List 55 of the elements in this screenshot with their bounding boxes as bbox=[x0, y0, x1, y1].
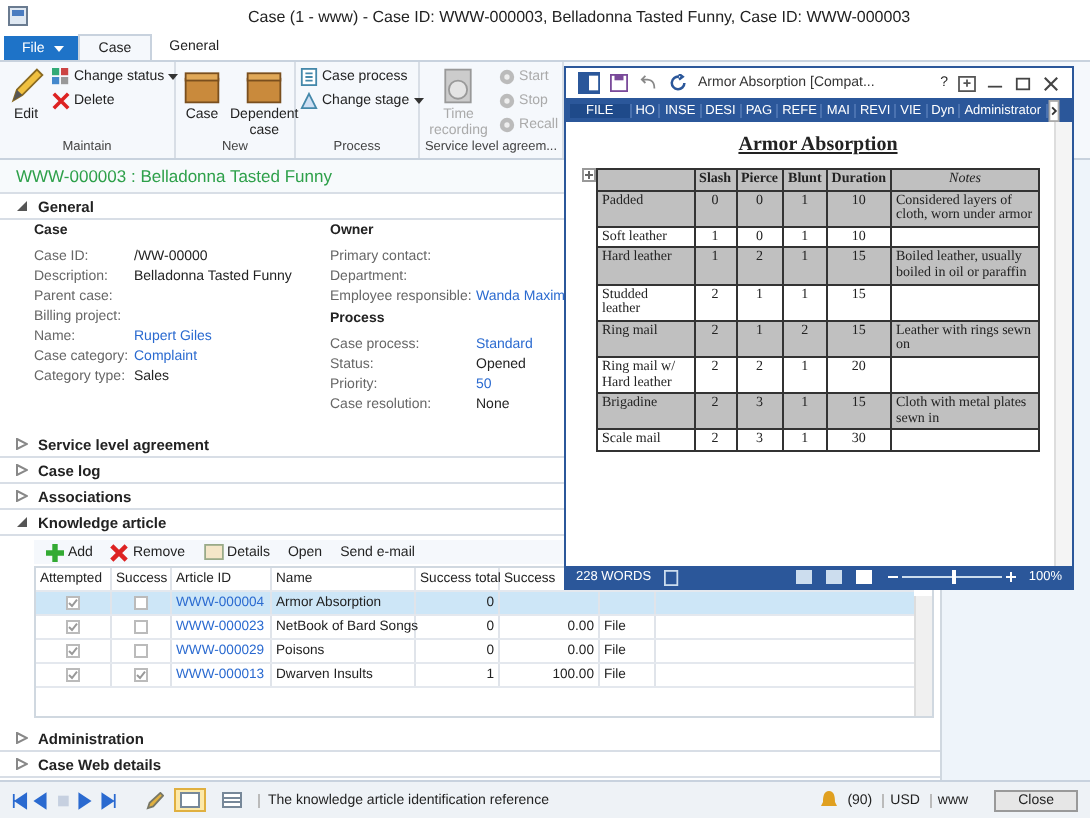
app-icon bbox=[8, 6, 28, 26]
scrollbar[interactable] bbox=[914, 596, 932, 716]
grid-icon bbox=[52, 67, 70, 85]
maximize-icon[interactable] bbox=[1014, 75, 1032, 91]
caret-icon bbox=[413, 97, 424, 103]
document-heading: Armor Absorption bbox=[738, 134, 898, 156]
delete-icon bbox=[110, 543, 129, 561]
bell-icon[interactable] bbox=[819, 790, 838, 810]
close-icon[interactable] bbox=[1042, 75, 1060, 91]
plus-icon bbox=[46, 543, 64, 561]
expander-icon[interactable] bbox=[16, 438, 28, 450]
box-icon bbox=[244, 66, 285, 106]
zoom-slider[interactable] bbox=[888, 572, 1017, 582]
checkbox[interactable] bbox=[66, 620, 80, 634]
pencil-icon bbox=[6, 66, 46, 106]
proofing-icon[interactable] bbox=[663, 569, 680, 585]
save-icon[interactable] bbox=[610, 74, 628, 92]
checkbox[interactable] bbox=[134, 596, 148, 610]
list-icon bbox=[300, 67, 318, 85]
caret-icon bbox=[54, 45, 65, 51]
expander-icon[interactable] bbox=[16, 758, 28, 770]
table-move-handle-icon[interactable] bbox=[582, 168, 596, 182]
record-title: WWW-000003 : Belladonna Tasted Funny bbox=[16, 166, 332, 186]
scroll-right-icon[interactable] bbox=[1047, 99, 1059, 121]
ribbon-display-icon[interactable] bbox=[958, 75, 976, 91]
card-icon bbox=[203, 544, 224, 560]
delete-icon bbox=[52, 91, 70, 109]
expander-icon[interactable] bbox=[16, 464, 28, 476]
undo-icon[interactable] bbox=[638, 74, 660, 92]
expander-icon[interactable] bbox=[16, 200, 28, 212]
checkbox[interactable] bbox=[66, 644, 80, 658]
checkbox[interactable] bbox=[134, 620, 148, 634]
view-button[interactable] bbox=[216, 788, 248, 812]
grid-view-icon bbox=[222, 792, 242, 808]
checkbox[interactable] bbox=[134, 668, 148, 682]
view-mode-icons[interactable] bbox=[796, 568, 877, 586]
view-button[interactable] bbox=[174, 788, 206, 812]
redo-icon[interactable] bbox=[670, 74, 688, 92]
pencil-icon[interactable] bbox=[146, 791, 164, 809]
box-icon bbox=[182, 66, 222, 106]
checkbox[interactable] bbox=[134, 644, 148, 658]
triangle-icon bbox=[300, 91, 318, 109]
word-app-icon bbox=[578, 72, 600, 94]
expander-icon[interactable] bbox=[16, 490, 28, 502]
checkbox[interactable] bbox=[66, 668, 80, 682]
caret-icon bbox=[168, 73, 179, 79]
checkbox[interactable] bbox=[66, 596, 80, 610]
expander-icon[interactable] bbox=[16, 516, 28, 528]
slider-thumb[interactable] bbox=[952, 570, 957, 584]
form-view-icon bbox=[180, 792, 200, 808]
scrollbar[interactable] bbox=[1054, 122, 1072, 566]
zoom-in-icon[interactable] bbox=[1006, 572, 1017, 582]
expander-icon[interactable] bbox=[16, 732, 28, 744]
window-title: Case (1 - www) - Case ID: WWW-000003, Belladonna Tasted Funny, Case ID: WWW-000003 bbox=[248, 7, 911, 25]
zoom-out-icon[interactable] bbox=[888, 572, 899, 582]
